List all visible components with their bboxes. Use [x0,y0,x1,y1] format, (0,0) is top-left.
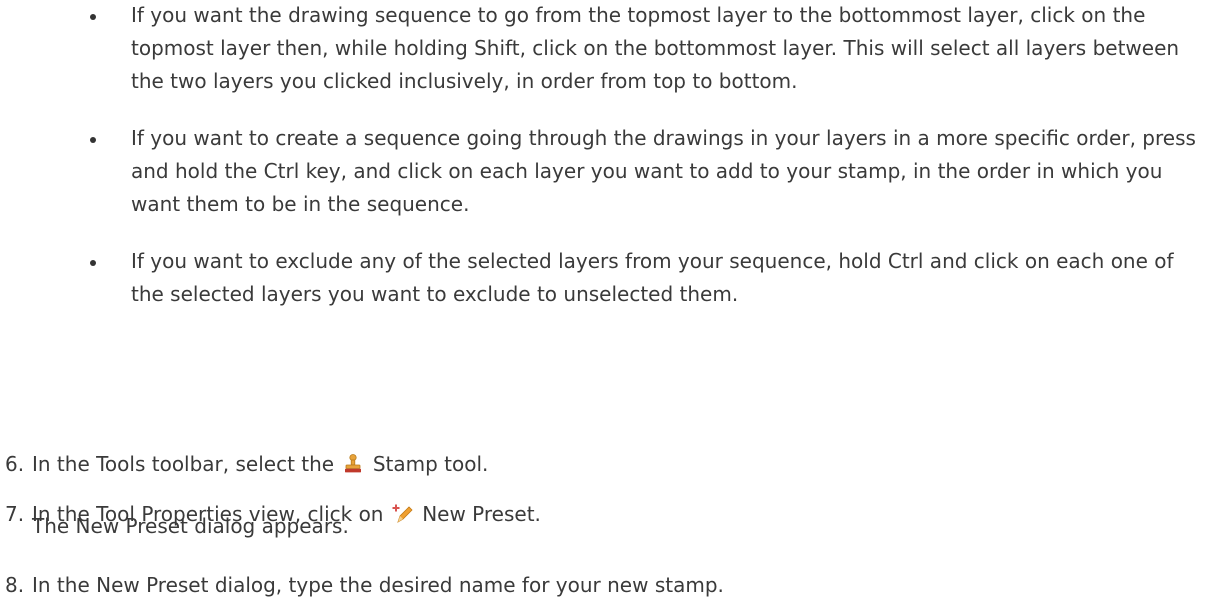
stamp-icon [342,452,364,474]
step-number: 8. [5,573,25,597]
bullet-text: If you want to exclude any of the select… [131,249,1174,306]
step-text-after: New Preset. [422,502,541,526]
bullet-text: If you want the drawing sequence to go f… [131,3,1180,93]
step-text-before: In the Tools toolbar, select the [32,452,335,476]
bullet-list: If you want the drawing sequence to go f… [90,0,1210,311]
bullet-item: If you want the drawing sequence to go f… [90,0,1210,98]
bullet-text: If you want to create a sequence going t… [131,126,1196,216]
step-text: In the New Preset dialog, type the desir… [32,569,724,602]
step-7-result-note: The New Preset dialog appears. [32,514,349,538]
step-text: In the Tools toolbar, select the Stamp t… [32,448,488,481]
bullet-item: If you want to create a sequence going t… [90,122,1210,221]
step-6: 6. In the Tools toolbar, select the Stam… [5,448,1205,486]
new-preset-icon [392,502,414,524]
bullet-item: If you want to exclude any of the select… [90,245,1210,311]
numbered-steps-continued: 8. In the New Preset dialog, type the de… [5,569,1205,607]
step-number: 6. [5,452,25,476]
document-page: If you want the drawing sequence to go f… [0,0,1232,602]
step-text-after: Stamp tool. [372,452,489,476]
step-text-before: In the New Preset dialog, type the desir… [32,573,724,597]
step-number: 7. [5,502,25,526]
step-8: 8. In the New Preset dialog, type the de… [5,569,1205,607]
